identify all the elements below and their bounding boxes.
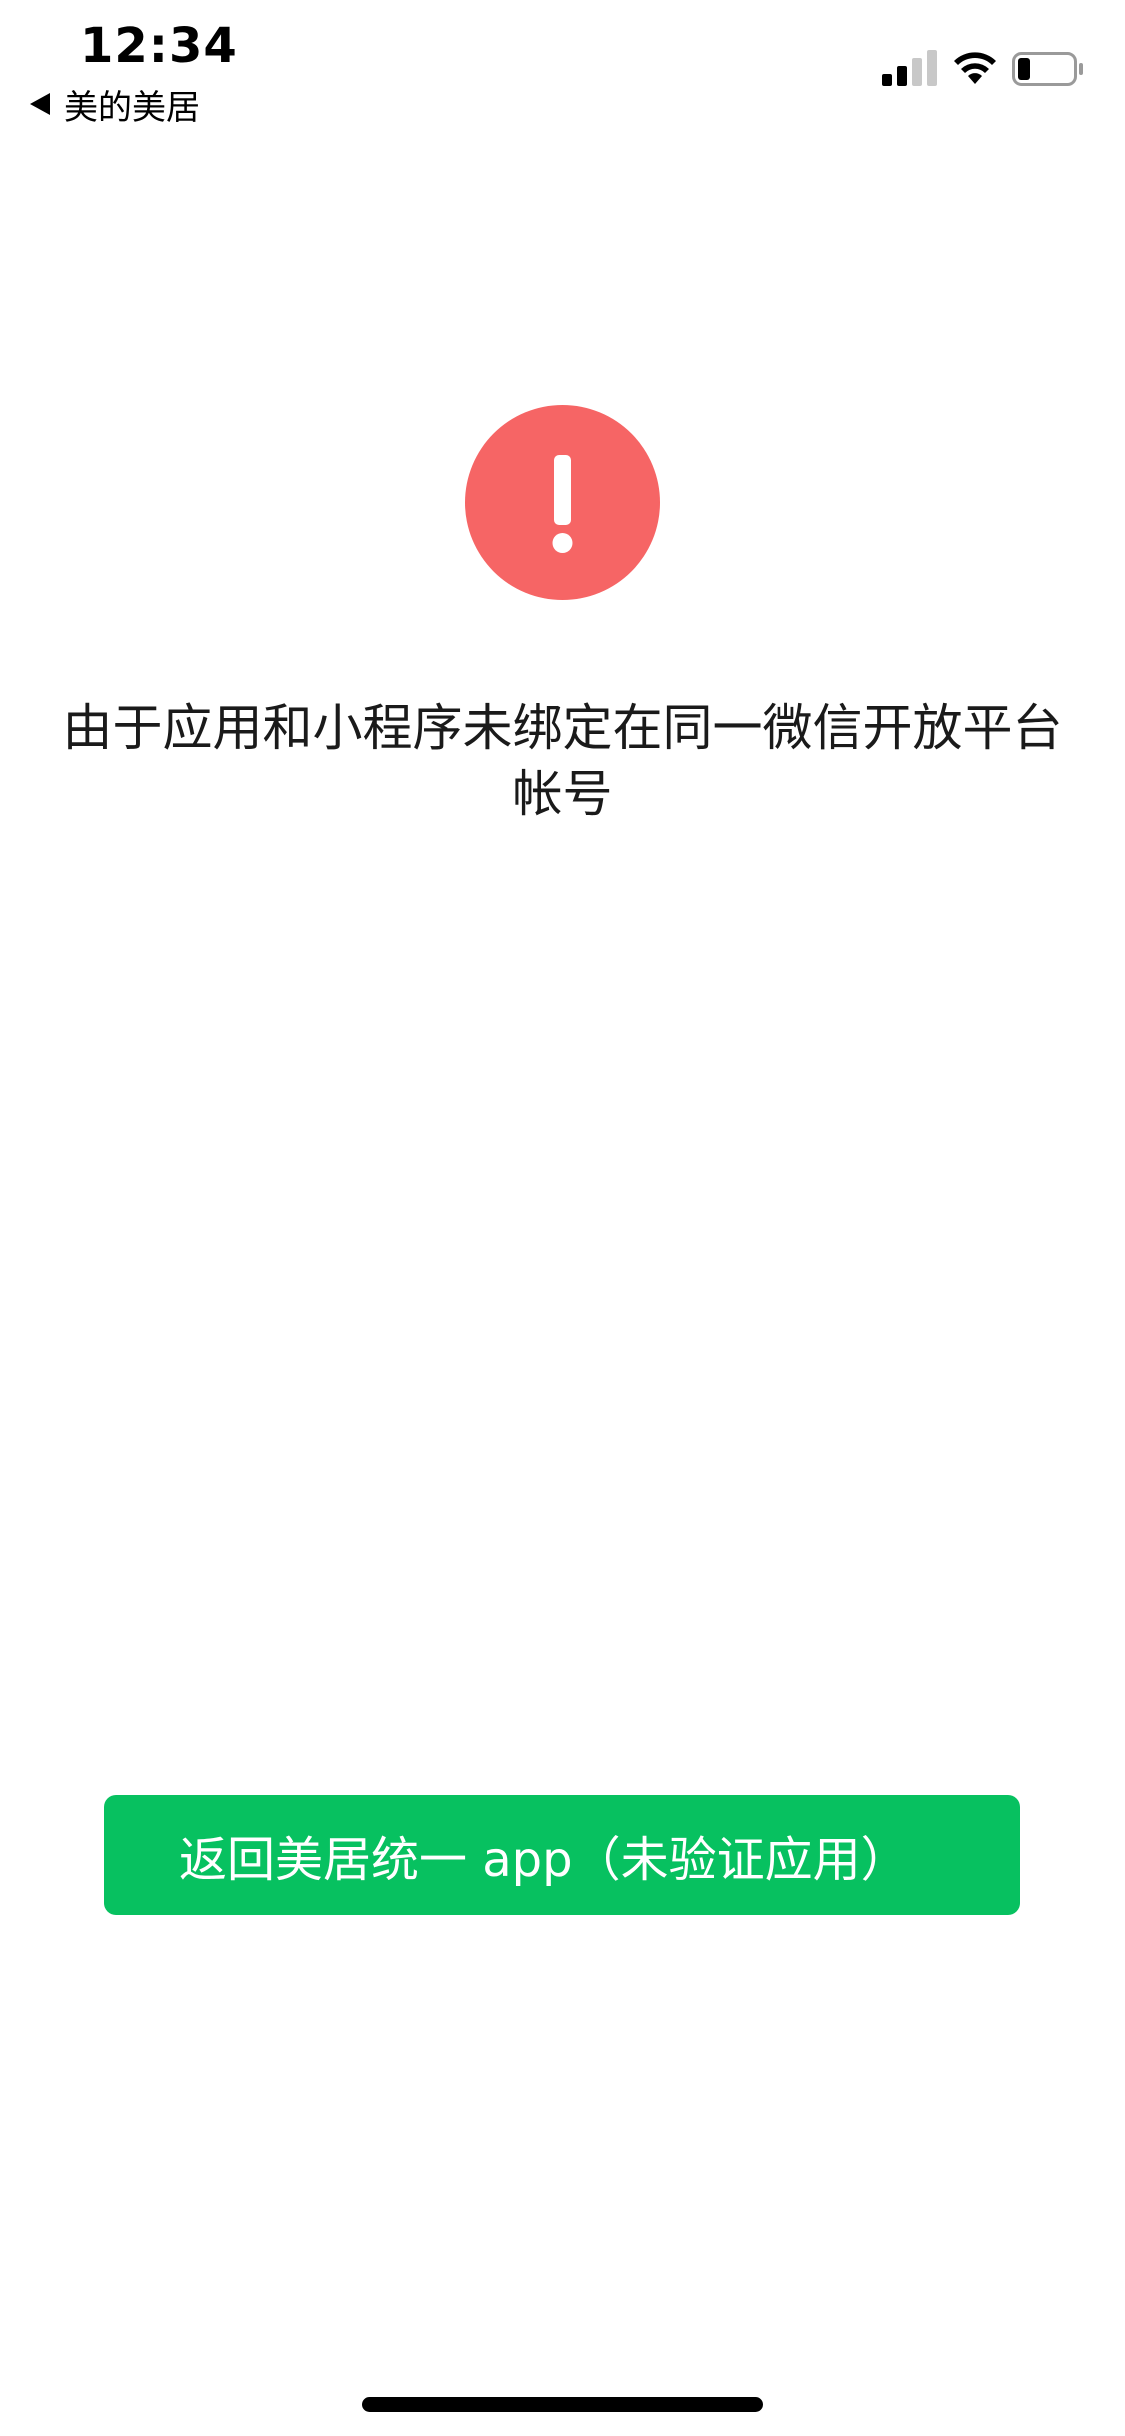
- wifi-icon: [954, 52, 996, 84]
- error-message: 由于应用和小程序未绑定在同一微信开放平台帐号: [62, 699, 1063, 823]
- alert-exclamation-icon: [465, 405, 660, 600]
- status-time: 12:34: [80, 18, 238, 74]
- back-to-app-link[interactable]: 美的美居: [30, 80, 200, 128]
- back-arrow-icon: [30, 93, 50, 115]
- back-link-label: 美的美居: [64, 87, 200, 128]
- home-indicator[interactable]: [362, 2397, 763, 2412]
- battery-icon: [1012, 52, 1083, 86]
- return-to-app-button[interactable]: 返回美居统一 app（未验证应用）: [104, 1795, 1020, 1915]
- signal-icon: [882, 50, 937, 86]
